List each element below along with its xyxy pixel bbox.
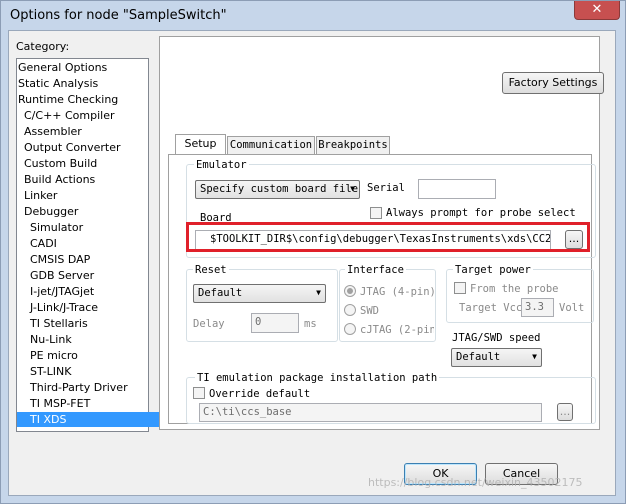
tab-breakpoints[interactable]: Breakpoints — [316, 136, 390, 154]
from-probe-checkbox[interactable] — [454, 282, 466, 294]
chevron-down-icon: ▼ — [532, 352, 537, 361]
override-default-label: Override default — [209, 388, 311, 400]
always-prompt-checkbox[interactable] — [370, 207, 382, 219]
delay-unit: ms — [304, 318, 317, 330]
category-list[interactable]: General Options Static Analysis Runtime Ch… — [16, 58, 159, 432]
category-item[interactable]: Custom Build — [24, 156, 97, 171]
category-item[interactable]: General Options — [18, 60, 107, 75]
interface-swd-label: SWD — [360, 305, 379, 317]
interface-jtag-label: JTAG (4-pin) — [360, 286, 434, 298]
serial-label: Serial — [367, 182, 405, 194]
watermark-text: https://blog.csdn.net/weixin_43502175 — [368, 476, 583, 489]
speed-value: Default — [456, 351, 501, 363]
target-power-group-title: Target power — [453, 264, 533, 276]
category-item[interactable]: CMSIS DAP — [30, 252, 90, 267]
interface-group-title: Interface — [345, 264, 406, 276]
tab-setup[interactable]: Setup — [175, 134, 226, 155]
category-item[interactable]: C/C++ Compiler — [24, 108, 115, 123]
interface-cjtag-radio[interactable] — [344, 323, 356, 335]
ti-package-path-input[interactable]: C:\ti\ccs_base — [199, 403, 542, 422]
category-item[interactable]: TI MSP-FET — [30, 396, 90, 411]
interface-jtag-radio[interactable] — [344, 285, 356, 297]
speed-label: JTAG/SWD speed — [452, 332, 541, 344]
emulator-driver-select[interactable]: Specify custom board file ▼ — [195, 180, 360, 199]
category-item[interactable]: Assembler — [24, 124, 82, 139]
emulator-driver-value: Specify custom board file — [200, 183, 359, 195]
ti-package-browse-button[interactable]: ... — [557, 403, 573, 421]
factory-settings-button[interactable]: Factory Settings — [502, 72, 604, 94]
category-item[interactable]: PE micro — [30, 348, 78, 363]
category-item[interactable]: Static Analysis — [18, 76, 98, 91]
category-item[interactable]: GDB Server — [30, 268, 94, 283]
target-vcc-label: Target Vcc — [459, 302, 523, 314]
title-bar: Options for node "SampleSwitch" ✕ — [1, 1, 625, 31]
close-icon: ✕ — [591, 2, 603, 17]
interface-cjtag-label: cJTAG (2-pin) — [360, 324, 434, 336]
category-item[interactable]: Third-Party Driver — [30, 380, 128, 395]
category-item[interactable]: Output Converter — [24, 140, 121, 155]
chevron-down-icon: ▼ — [350, 184, 355, 193]
target-vcc-input[interactable]: 3.3 — [521, 298, 554, 317]
target-vcc-unit: Volt — [559, 302, 585, 314]
interface-swd-radio[interactable] — [344, 304, 356, 316]
reset-group-title: Reset — [193, 264, 229, 276]
target-power-group — [446, 269, 594, 323]
reset-select[interactable]: Default ▼ — [193, 284, 326, 303]
ti-package-group-title: TI emulation package installation path — [195, 372, 440, 384]
category-item[interactable]: J-Link/J-Trace — [30, 300, 98, 315]
category-item[interactable]: ST-LINK — [30, 364, 71, 379]
category-item[interactable]: CADI — [30, 236, 57, 251]
category-item[interactable]: Build Actions — [24, 172, 95, 187]
speed-select[interactable]: Default ▼ — [451, 348, 542, 367]
board-highlight-box — [186, 222, 590, 252]
category-item[interactable]: Simulator — [30, 220, 83, 235]
category-item[interactable]: TI XDS — [17, 412, 159, 427]
category-label: Category: — [16, 40, 70, 53]
reset-value: Default — [198, 287, 243, 299]
from-probe-label: From the probe — [470, 283, 559, 295]
override-default-checkbox[interactable] — [193, 387, 205, 399]
category-item[interactable]: Nu-Link — [30, 332, 72, 347]
emulator-group-title: Emulator — [194, 159, 249, 171]
category-item[interactable]: Runtime Checking — [18, 92, 118, 107]
always-prompt-label: Always prompt for probe select — [386, 207, 576, 219]
category-item[interactable]: Debugger — [24, 204, 78, 219]
delay-input[interactable]: 0 — [251, 313, 299, 333]
window-title: Options for node "SampleSwitch" — [10, 8, 227, 23]
serial-input[interactable] — [418, 179, 496, 199]
category-item[interactable]: Linker — [24, 188, 57, 203]
tab-communication[interactable]: Communication — [227, 136, 315, 154]
category-item[interactable]: TI Stellaris — [30, 316, 88, 331]
delay-label: Delay — [193, 318, 225, 330]
close-button[interactable]: ✕ — [574, 1, 620, 20]
category-item[interactable]: I-jet/JTAGjet — [30, 284, 94, 299]
chevron-down-icon: ▼ — [316, 288, 321, 297]
